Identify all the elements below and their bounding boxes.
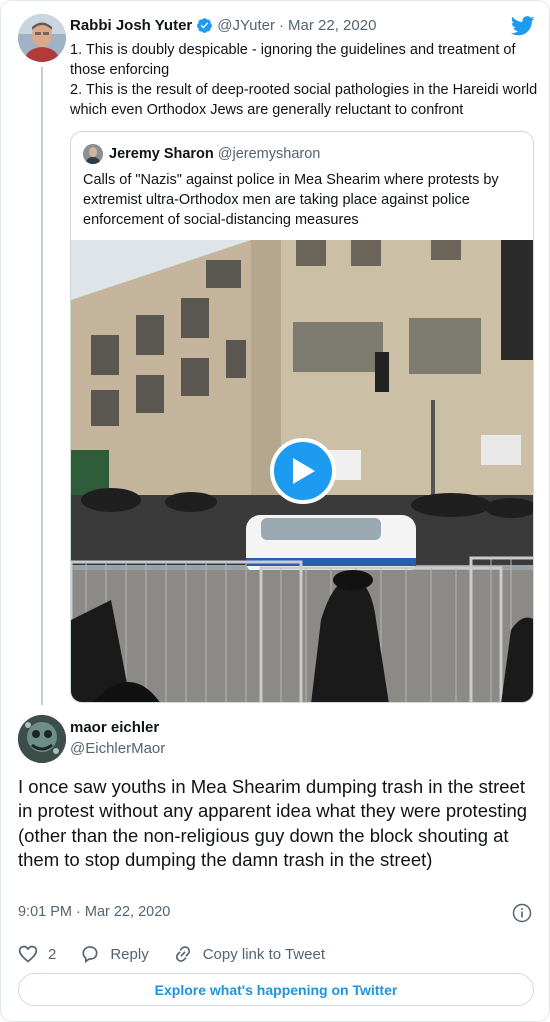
tweet-actions: 2 Reply Copy link to Tweet [18, 941, 538, 967]
avatar[interactable] [18, 14, 66, 62]
link-icon [175, 946, 190, 962]
play-icon [293, 458, 315, 484]
copy-link-label: Copy link to Tweet [202, 945, 325, 963]
verified-badge-icon [196, 17, 213, 34]
author-name[interactable]: Rabbi Josh Yuter [70, 17, 192, 34]
author-handle[interactable]: @JYuter [217, 17, 275, 34]
quoted-tweet-header: Jeremy Sharon @jeremysharon [83, 144, 320, 164]
tweet-time: 9:01 PM [18, 904, 72, 920]
reply-label: Reply [110, 945, 149, 963]
tweet-date[interactable]: Mar 22, 2020 [288, 17, 376, 34]
play-button[interactable] [270, 438, 336, 504]
thread-connector-line [41, 67, 43, 705]
reply-bubble-icon [82, 946, 98, 964]
video-thumbnail[interactable] [71, 240, 533, 702]
reply-button[interactable]: Reply [80, 944, 149, 964]
main-tweet-text: I once saw youths in Mea Shearim dumping… [18, 776, 528, 871]
main-author-avatar[interactable] [18, 715, 66, 763]
tweet-embed-card: Rabbi Josh Yuter @JYuter · Mar 22, 2020 … [0, 0, 550, 1022]
main-author-name[interactable]: maor eichler [70, 719, 159, 736]
quoted-tweet[interactable]: Jeremy Sharon @jeremysharon Calls of "Na… [70, 131, 534, 703]
explore-twitter-button[interactable]: Explore what's happening on Twitter [18, 973, 534, 1006]
like-count: 2 [48, 945, 57, 963]
main-author-handle[interactable]: @EichlerMaor [70, 740, 165, 757]
separator-dot: · [76, 904, 81, 920]
tweet-timestamp[interactable]: 9:01 PM · Mar 22, 2020 [18, 904, 170, 920]
info-icon[interactable] [512, 903, 532, 923]
like-button[interactable]: 2 [18, 944, 56, 964]
quoted-author-name: Jeremy Sharon [109, 146, 214, 162]
quoted-author-handle: @jeremysharon [217, 146, 321, 162]
quoted-avatar [83, 144, 103, 164]
copy-link-button[interactable]: Copy link to Tweet [173, 944, 325, 964]
parent-tweet-text: 1. This is doubly despicable - ignoring … [70, 40, 538, 120]
tweet-date: Mar 22, 2020 [84, 904, 171, 920]
parent-tweet-header: Rabbi Josh Yuter @JYuter · Mar 22, 2020 [70, 17, 376, 34]
tweet-text-line: 1. This is doubly despicable - ignoring … [70, 42, 516, 78]
quoted-tweet-text: Calls of "Nazis" against police in Mea S… [83, 172, 499, 228]
tweet-text-line: 2. This is the result of deep-rooted soc… [70, 82, 538, 118]
twitter-bird-logo-icon[interactable] [510, 16, 535, 36]
heart-icon [18, 945, 38, 963]
separator-dot: · [279, 17, 285, 34]
